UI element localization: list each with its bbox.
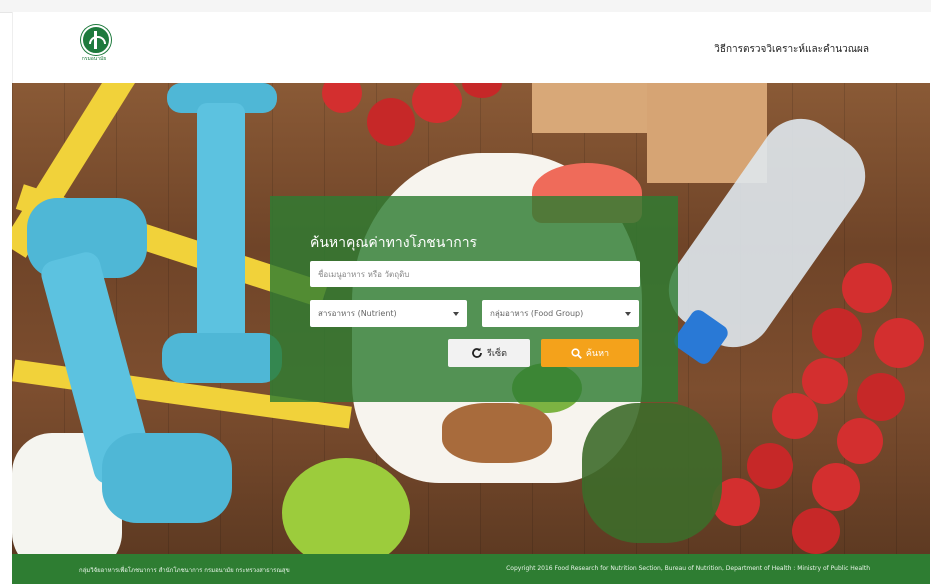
tomato-image: [792, 508, 840, 554]
magnifier-icon: [571, 347, 582, 359]
tomato-image: [747, 443, 793, 489]
nav-link-analysis-method[interactable]: วิธีการตรวจวิเคราะห์และคำนวณผล: [714, 42, 869, 57]
tomato-image: [322, 83, 362, 113]
search-button[interactable]: ค้นหา: [541, 339, 639, 367]
logo-text: กรมอนามัย: [81, 56, 107, 62]
footer-copyright-text: Copyright 2016 Food Research for Nutriti…: [506, 565, 870, 572]
tomato-image: [412, 83, 462, 123]
nutrient-select[interactable]: สารอาหาร (Nutrient): [310, 300, 467, 327]
reset-button-label: รีเซ็ต: [487, 349, 507, 359]
tomato-image: [857, 373, 905, 421]
logo-emblem-icon: [81, 25, 111, 55]
nutrient-select-value: สารอาหาร (Nutrient): [318, 309, 397, 318]
tomato-image: [367, 98, 415, 146]
apple-image: [282, 458, 410, 554]
nutrition-search-panel: ค้นหาคุณค่าทางโภชนาการ สารอาหาร (Nutrien…: [270, 196, 678, 402]
dumbbell-image: [197, 103, 245, 353]
food-group-select-value: กลุ่มอาหาร (Food Group): [490, 309, 584, 318]
refresh-icon: [472, 347, 482, 358]
tomato-image: [812, 308, 862, 358]
leafy-greens-image: [582, 403, 722, 543]
dumbbell-image: [102, 433, 232, 523]
chevron-down-icon: [453, 312, 459, 316]
nuts-image: [442, 403, 552, 463]
department-logo[interactable]: กรมอนามัย: [79, 25, 111, 71]
chevron-down-icon: [625, 312, 631, 316]
footer-organization-text: กลุ่มวิจัยอาหารเพื่อโภชนาการ สำนักโภชนาก…: [79, 567, 290, 574]
food-group-select[interactable]: กลุ่มอาหาร (Food Group): [482, 300, 639, 327]
search-button-label: ค้นหา: [585, 349, 610, 359]
site-footer: กลุ่มวิจัยอาหารเพื่อโภชนาการ สำนักโภชนาก…: [12, 554, 930, 584]
food-name-search-input[interactable]: [310, 261, 640, 287]
search-panel-title: ค้นหาคุณค่าทางโภชนาการ: [310, 235, 478, 251]
reset-button[interactable]: รีเซ็ต: [448, 339, 530, 367]
tomato-image: [772, 393, 818, 439]
tomato-image: [812, 463, 860, 511]
dumbbell-image: [162, 333, 282, 383]
cracker-image: [532, 83, 662, 133]
site-header: กรมอนามัย วิธีการตรวจวิเคราะห์และคำนวณผล: [12, 12, 931, 83]
tomato-image: [842, 263, 892, 313]
tomato-image: [837, 418, 883, 464]
tomato-image: [874, 318, 924, 368]
tomato-image: [462, 83, 502, 98]
